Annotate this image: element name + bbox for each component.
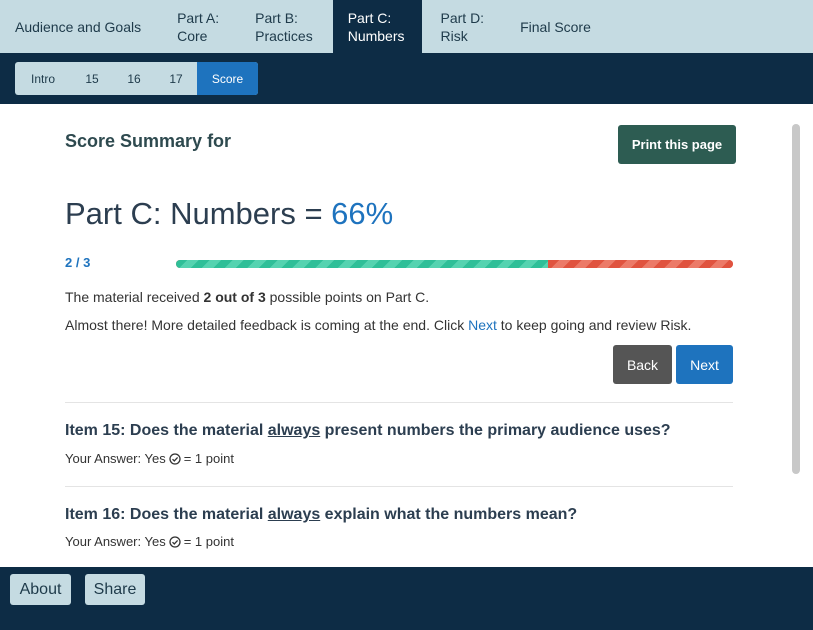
sub-nav-label: 15 — [85, 71, 99, 86]
question-emphasis: always — [267, 506, 321, 523]
tab-label-line2: Numbers — [347, 27, 405, 44]
tab-part-c-numbers[interactable]: Part C: Numbers — [332, 0, 422, 53]
answer-text: Your Answer: Yes — [65, 534, 166, 549]
divider — [65, 402, 733, 403]
score-progress-bar — [176, 260, 733, 268]
feedback-message: Almost there! More detailed feedback is … — [65, 317, 691, 333]
check-circle-icon — [169, 452, 181, 465]
item-16-answer: Your Answer: Yes = 1 point — [65, 534, 234, 549]
tab-final-score[interactable]: Final Score — [520, 0, 605, 53]
feedback-message-pre: Almost there! More detailed feedback is … — [65, 317, 469, 333]
answer-points: = 1 point — [183, 534, 234, 549]
score-percent: 66% — [331, 196, 394, 231]
sub-nav-group: Intro 15 16 17 Score — [15, 62, 258, 95]
title-prefix: Part C: Numbers = — [65, 196, 332, 231]
sub-nav-label: Intro — [30, 71, 55, 86]
tab-label-line2: Core — [177, 27, 208, 44]
points-message-pre: The material received — [65, 289, 204, 305]
sub-nav-label: Score — [211, 71, 244, 86]
tab-part-a-core[interactable]: Part A: Core — [163, 0, 241, 53]
item-15-question: Item 15: Does the material always presen… — [65, 422, 671, 440]
tab-label-line2: Risk — [440, 27, 468, 44]
tab-label: Audience and Goals — [15, 18, 142, 35]
item-16-question: Item 16: Does the material always explai… — [65, 506, 577, 524]
tab-label-line1: Part C: — [347, 9, 392, 26]
question-text: Item 16: Does the material — [65, 506, 268, 523]
sub-nav-17[interactable]: 17 — [155, 62, 197, 95]
scrollbar-thumb[interactable] — [792, 124, 800, 474]
print-button[interactable]: Print this page — [618, 125, 736, 164]
top-nav: Audience and Goals Part A: Core Part B: Pr… — [0, 0, 813, 53]
item-15-answer: Your Answer: Yes = 1 point — [65, 451, 234, 466]
tab-label-line1: Part B: — [255, 9, 298, 26]
next-link[interactable]: Next — [468, 317, 497, 333]
tab-label-line2: Practices — [255, 27, 313, 44]
score-fraction: 2 / 3 — [65, 255, 91, 270]
answer-text: Your Answer: Yes — [65, 451, 166, 466]
about-button[interactable]: About — [10, 574, 71, 605]
back-button[interactable]: Back — [613, 345, 672, 384]
question-text: explain what the numbers mean? — [320, 506, 578, 523]
sub-nav-15[interactable]: 15 — [71, 62, 113, 95]
divider — [65, 486, 733, 487]
question-emphasis: always — [267, 422, 321, 439]
footer: About Share — [0, 567, 813, 630]
points-message-post: possible points on Part C. — [265, 289, 430, 305]
score-summary-label: Score Summary for — [65, 131, 232, 151]
question-text: present numbers the primary audience use… — [320, 422, 671, 439]
points-message-bold: 2 out of 3 — [203, 289, 266, 305]
tab-label-line1: Part D: — [440, 9, 485, 26]
sub-nav-label: 16 — [127, 71, 141, 86]
tab-label: Final Score — [520, 18, 591, 35]
answer-points: = 1 point — [183, 451, 234, 466]
page-title: Part C: Numbers = 66% — [65, 196, 393, 232]
question-text: Item 15: Does the material — [65, 422, 268, 439]
tab-label: Part C: Numbers — [348, 9, 405, 45]
progress-earned — [176, 260, 548, 268]
tab-audience-and-goals[interactable]: Audience and Goals — [0, 0, 163, 53]
progress-missed — [547, 260, 733, 268]
share-button[interactable]: Share — [85, 574, 145, 605]
main-content: Score Summary for Print this page Part C… — [0, 104, 813, 567]
feedback-message-post: to keep going and review Risk. — [496, 317, 692, 333]
sub-nav: Intro 15 16 17 Score — [0, 53, 813, 104]
tab-label: Part D: Risk — [441, 9, 485, 45]
tab-part-b-practices[interactable]: Part B: Practices — [241, 0, 333, 53]
sub-nav-16[interactable]: 16 — [113, 62, 155, 95]
points-message: The material received 2 out of 3 possibl… — [65, 289, 429, 305]
tab-label: Part A: Core — [177, 9, 219, 45]
tab-label-line1: Part A: — [177, 9, 220, 26]
sub-nav-score[interactable]: Score — [197, 62, 258, 95]
sub-nav-label: 17 — [169, 71, 183, 86]
tab-part-d-risk[interactable]: Part D: Risk — [422, 0, 521, 53]
tab-label: Part B: Practices — [255, 9, 313, 45]
next-button[interactable]: Next — [676, 345, 733, 384]
sub-nav-intro[interactable]: Intro — [15, 62, 71, 95]
check-circle-icon — [169, 535, 181, 548]
